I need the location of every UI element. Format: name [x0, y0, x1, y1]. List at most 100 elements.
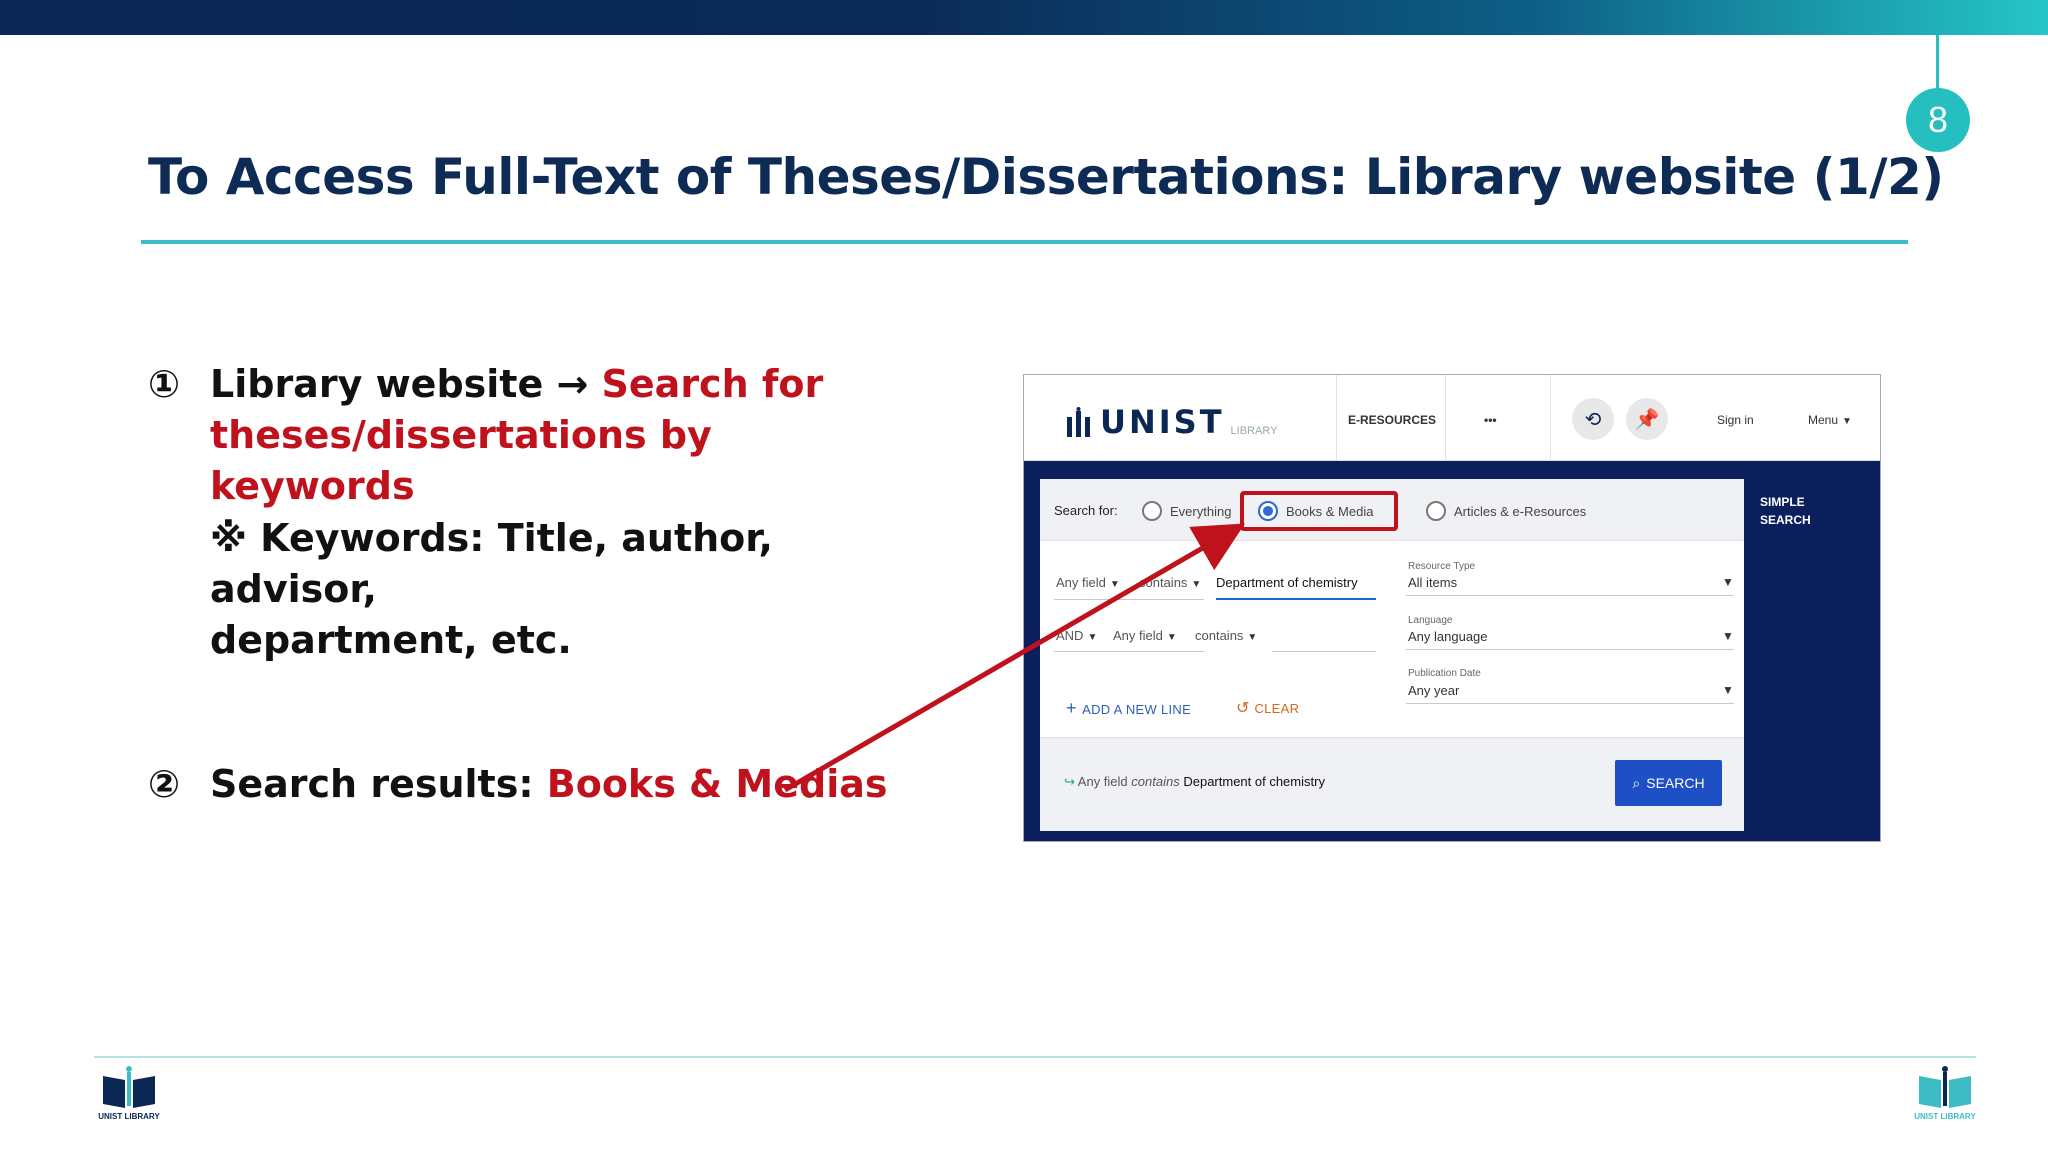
highlight-box — [1240, 491, 1398, 531]
simple-search-line-1: SIMPLE — [1760, 495, 1805, 509]
point-2: ② Search results: Books & Medias — [148, 759, 888, 810]
search-panel: Search for: Everything Books & Media Art… — [1040, 479, 1744, 831]
search-button[interactable]: ⌕ SEARCH — [1615, 760, 1722, 806]
plus-icon: + — [1066, 698, 1083, 718]
scope-everything[interactable]: Everything — [1142, 501, 1231, 521]
scope-label: Everything — [1170, 503, 1232, 519]
library-book-icon — [1919, 1066, 1971, 1108]
top-banner — [0, 0, 2048, 35]
history-icon[interactable]: ⟲ — [1572, 398, 1614, 440]
row2-field-select[interactable]: Any field ▼ — [1113, 628, 1177, 643]
page-number-badge: 8 — [1906, 88, 1970, 152]
pin-icon[interactable]: 📌 — [1626, 398, 1668, 440]
add-new-line-button[interactable]: + ADD A NEW LINE — [1066, 698, 1191, 719]
library-book-icon — [103, 1066, 155, 1108]
row1-operator-select[interactable]: contains ▼ — [1139, 575, 1201, 590]
chevron-down-icon[interactable]: ▼ — [1722, 683, 1734, 697]
logo-text: UNIST LIBRARY — [1914, 1112, 1976, 1121]
menu-label: Menu — [1808, 413, 1839, 427]
library-website-screenshot: UNIST LIBRARY E-RESOURCES ••• ⟲ 📌 Sign i… — [1023, 374, 1881, 842]
add-line-label: ADD A NEW LINE — [1082, 702, 1192, 717]
simple-search-link[interactable]: SIMPLE SEARCH — [1760, 493, 1811, 529]
chevron-down-icon[interactable]: ▼ — [1722, 629, 1734, 643]
language-label: Language — [1408, 615, 1453, 626]
header-divider — [1336, 375, 1337, 461]
header-divider — [1550, 375, 1551, 461]
resource-type-label: Resource Type — [1408, 561, 1476, 572]
resource-type-underline — [1406, 595, 1734, 596]
menu-button[interactable]: Menu ▼ — [1808, 413, 1852, 427]
arrow-right-icon: ↪ — [1064, 774, 1078, 789]
row1-search-input[interactable]: Department of chemistry — [1216, 575, 1358, 590]
row1-underline — [1054, 599, 1204, 600]
unist-library-logo-right: UNIST LIBRARY — [1905, 1066, 1985, 1136]
nav-e-resources[interactable]: E-RESOURCES — [1348, 413, 1436, 427]
point-1: ① Library website → Search for theses/dis… — [148, 359, 928, 512]
point-2-number: ② — [148, 762, 181, 806]
chevron-down-icon: ▼ — [1247, 632, 1258, 643]
clear-label: CLEAR — [1254, 701, 1300, 716]
keywords-note: ※ Keywords: Title, author, advisor, depa… — [148, 513, 928, 666]
sign-in-link[interactable]: Sign in — [1717, 413, 1754, 427]
search-icon: ⌕ — [1632, 774, 1641, 791]
footer-rule — [94, 1056, 1976, 1058]
slide-title: To Access Full-Text of Theses/Dissertati… — [148, 148, 1944, 206]
row2-bool-select[interactable]: AND ▼ — [1056, 628, 1097, 643]
nav-more[interactable]: ••• — [1484, 413, 1497, 427]
clear-button[interactable]: ↺ CLEAR — [1236, 698, 1299, 718]
row2-bool-label: AND — [1056, 628, 1084, 643]
header-divider — [1445, 375, 1446, 461]
unist-library-logo-left: UNIST LIBRARY — [89, 1066, 169, 1136]
row2-input-underline[interactable] — [1272, 651, 1376, 652]
query-op: contains — [1131, 774, 1180, 789]
query-value: Department of chemistry — [1183, 774, 1325, 789]
keywords-note-line-1: ※ Keywords: Title, author, advisor, — [210, 516, 773, 611]
title-underline — [141, 240, 1908, 244]
row1-field-label: Any field — [1056, 575, 1106, 590]
point-1-text: Library website → — [210, 362, 602, 406]
point-1-red-b: theses/dissertations by keywords — [210, 413, 712, 508]
simple-search-line-2: SEARCH — [1760, 513, 1811, 527]
page-connector-line — [1936, 35, 1939, 90]
resource-type-select[interactable]: All items — [1408, 575, 1457, 590]
row2-operator-select[interactable]: contains ▼ — [1195, 628, 1257, 643]
chevron-down-icon: ▼ — [1191, 579, 1202, 590]
brand-name: UNIST — [1100, 403, 1225, 441]
search-for-label: Search for: — [1054, 503, 1118, 518]
row1-operator-label: contains — [1139, 575, 1188, 590]
row2-operator-label: contains — [1195, 628, 1244, 643]
keywords-note-line-2: department, etc. — [210, 618, 572, 662]
scope-articles[interactable]: Articles & e-Resources — [1426, 501, 1586, 521]
reset-icon: ↺ — [1236, 700, 1255, 717]
point-1-red-a: Search for — [601, 362, 824, 406]
point-2-text: Search results: — [210, 762, 547, 806]
row2-underline — [1054, 651, 1204, 652]
site-header: UNIST LIBRARY E-RESOURCES ••• ⟲ 📌 Sign i… — [1024, 375, 1880, 461]
pub-date-select[interactable]: Any year — [1408, 683, 1459, 698]
chevron-down-icon: ▼ — [1842, 416, 1852, 427]
library-book-icon — [1067, 407, 1090, 437]
search-scope-bar: Search for: Everything Books & Media Art… — [1040, 479, 1744, 541]
point-1-number: ① — [148, 362, 181, 406]
site-logo[interactable]: UNIST LIBRARY — [1064, 403, 1277, 441]
radio-icon — [1426, 501, 1446, 521]
chevron-down-icon: ▼ — [1166, 632, 1177, 643]
query-summary: ↪ Any field contains Department of chemi… — [1064, 774, 1325, 790]
brand-subtitle: LIBRARY — [1230, 425, 1278, 437]
search-button-label: SEARCH — [1646, 775, 1705, 791]
point-2-red: Books & Medias — [546, 762, 888, 806]
scope-label: Articles & e-Resources — [1454, 503, 1587, 519]
logo-text: UNIST LIBRARY — [98, 1112, 160, 1121]
chevron-down-icon[interactable]: ▼ — [1722, 575, 1734, 589]
row1-field-select[interactable]: Any field ▼ — [1056, 575, 1120, 590]
chevron-down-icon: ▼ — [1109, 579, 1120, 590]
language-underline — [1406, 649, 1734, 650]
pub-date-underline — [1406, 703, 1734, 704]
language-select[interactable]: Any language — [1408, 629, 1488, 644]
row1-input-underline — [1216, 598, 1376, 600]
radio-icon — [1142, 501, 1162, 521]
query-summary-bar: ↪ Any field contains Department of chemi… — [1040, 737, 1744, 831]
row2-field-label: Any field — [1113, 628, 1163, 643]
query-field: Any field — [1077, 774, 1128, 789]
pub-date-label: Publication Date — [1408, 668, 1481, 679]
